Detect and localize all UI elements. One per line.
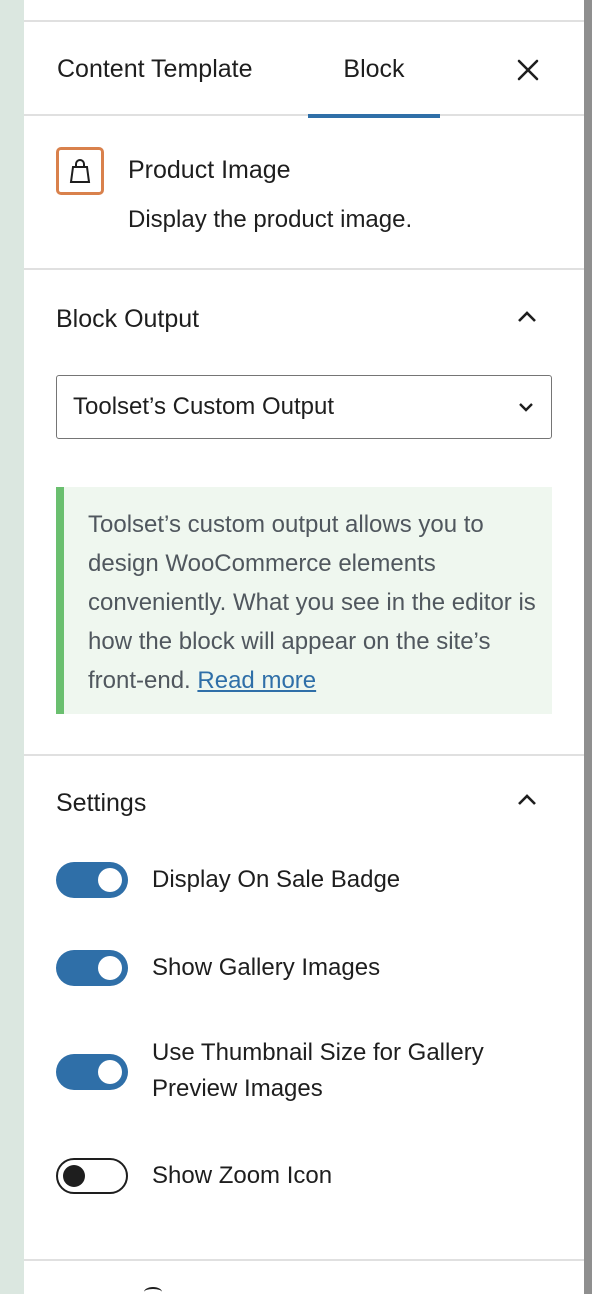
block-title: Product Image [128, 156, 291, 184]
chevron-down-icon [515, 396, 537, 418]
editor-canvas-edge [0, 0, 24, 1294]
toggle-label: Use Thumbnail Size for Gallery Preview I… [152, 1039, 484, 1102]
thumbnail-size-toggle[interactable] [56, 1054, 128, 1090]
toggle-knob [98, 956, 122, 980]
scrollbar[interactable] [584, 0, 592, 1294]
notice-text: Toolset’s custom output allows you to de… [88, 505, 538, 700]
toggle-knob [63, 1165, 85, 1187]
toggle-label: Show Gallery Images [152, 954, 381, 981]
toggle-knob [98, 868, 122, 892]
block-output-panel: Block Output Toolset’s Custom Output Too… [24, 270, 584, 756]
chevron-up-icon[interactable] [512, 785, 542, 815]
toggle-knob [98, 1060, 122, 1084]
next-panel-edge [144, 1287, 162, 1294]
block-settings-sidebar: Content Template Block Product Image Dis… [24, 0, 584, 1294]
sale-badge-toggle[interactable] [56, 862, 128, 898]
settings-title[interactable]: Settings [56, 789, 146, 818]
toggle-label: Show Zoom Icon [152, 1162, 333, 1189]
block-description: Display the product image. [128, 206, 413, 233]
chevron-up-icon[interactable] [512, 302, 542, 332]
shopping-bag-icon [56, 147, 104, 195]
toggle-label: Display On Sale Badge [152, 866, 401, 893]
block-card: Product Image Display the product image. [24, 116, 584, 270]
sidebar-tabs: Content Template Block [24, 22, 584, 118]
select-value: Toolset’s Custom Output [73, 392, 335, 420]
gallery-images-toggle[interactable] [56, 950, 128, 986]
tab-block[interactable]: Block [308, 22, 440, 118]
zoom-icon-toggle[interactable] [56, 1158, 128, 1194]
block-output-title[interactable]: Block Output [56, 305, 199, 334]
tab-content-template[interactable]: Content Template [57, 22, 253, 116]
settings-panel: Settings Display On Sale Badge Show Gall… [24, 756, 584, 1261]
read-more-link[interactable]: Read more [197, 667, 316, 694]
info-notice: Toolset’s custom output allows you to de… [56, 487, 552, 714]
close-icon[interactable] [510, 52, 546, 88]
block-output-select[interactable]: Toolset’s Custom Output [56, 375, 552, 439]
